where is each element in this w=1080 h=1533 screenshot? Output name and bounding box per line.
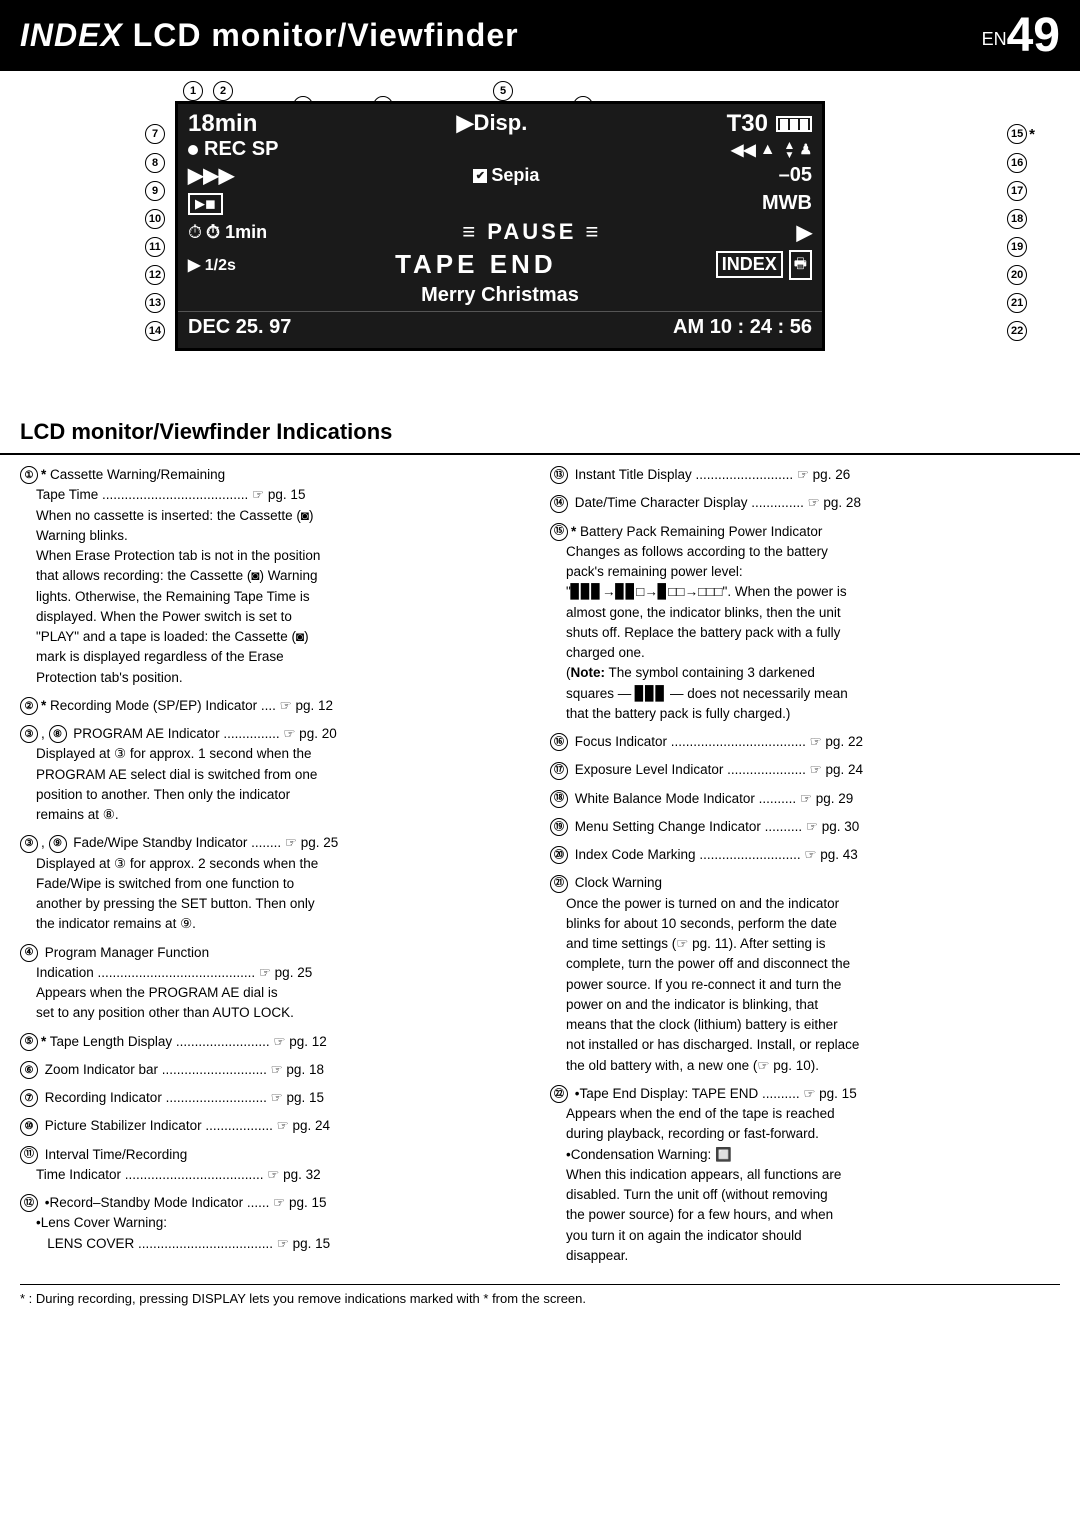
callout-5: 5 [493, 81, 513, 101]
item-7: ⑦ Recording Indicator ..................… [20, 1088, 530, 1108]
item-3-9: ③, ⑨ Fade/Wipe Standby Indicator .......… [20, 833, 530, 934]
page-number: 49 [1007, 9, 1060, 62]
callout-9: 9 [145, 181, 165, 201]
item-13: ⑬ Instant Title Display ................… [550, 465, 1060, 485]
callout-21: 21 [1007, 293, 1027, 313]
callout-17: 17 [1007, 181, 1027, 201]
lcd-diagram: 1 * 2 * 3 4 5 * 6 7 8 9 10 11 12 13 14 1… [15, 81, 1065, 401]
callout-7: 7 [145, 124, 165, 144]
callout-10: 10 [145, 209, 165, 229]
item-2: ②* Recording Mode (SP/EP) Indicator ....… [20, 696, 530, 716]
item-4: ④ Program Manager Function Indication ..… [20, 943, 530, 1024]
item-10: ⑩ Picture Stabilizer Indicator .........… [20, 1116, 530, 1136]
lcd-arrows-right: ◀◀▲ ▲ ▼ ♟ [731, 139, 812, 161]
item-12: ⑫ •Record–Standby Mode Indicator ...... … [20, 1193, 530, 1254]
right-column: ⑬ Instant Title Display ................… [550, 465, 1060, 1274]
left-callouts: 7 8 9 10 11 12 13 14 [145, 119, 165, 345]
item-21: ㉑ Clock Warning Once the power is turned… [550, 873, 1060, 1076]
footer-note: * : During recording, pressing DISPLAY l… [20, 1284, 1060, 1306]
item-3-8: ③, ⑧ PROGRAM AE Indicator ..............… [20, 724, 530, 825]
callout-18: 18 [1007, 209, 1027, 229]
callout-16: 16 [1007, 153, 1027, 173]
item-19: ⑲ Menu Setting Change Indicator ........… [550, 817, 1060, 837]
lcd-row6: ▶ 1/2s TAPE END INDEX 🖶 [178, 247, 822, 282]
en-label: EN [982, 29, 1007, 49]
lcd-row3: ▶▶▶ ✔ Sepia –05 [178, 161, 822, 190]
lcd-screen: 18min ▶Disp. T30 REC SP ◀◀▲ ▲ [175, 101, 825, 351]
indications-title: LCD monitor/Viewfinder Indications [0, 411, 1080, 455]
item-17: ⑰ Exposure Level Indicator .............… [550, 760, 1060, 780]
lcd-disp: ▶Disp. [457, 110, 528, 136]
item-20: ⑳ Index Code Marking ...................… [550, 845, 1060, 865]
lcd-merry: Merry Christmas [178, 282, 822, 309]
item-11: ⑪ Interval Time/Recording Time Indicator… [20, 1145, 530, 1186]
item-16: ⑯ Focus Indicator ......................… [550, 732, 1060, 752]
callout-12: 12 [145, 265, 165, 285]
callout-22: 22 [1007, 321, 1027, 341]
item-5: ⑤* Tape Length Display .................… [20, 1032, 530, 1052]
item-1: ①* Cassette Warning/Remaining Tape Time … [20, 465, 530, 688]
right-callouts: 15* 16 17 18 19 20 21 22 [1007, 119, 1035, 345]
item-22: ㉒ •Tape End Display: TAPE END ..........… [550, 1084, 1060, 1266]
lcd-row5: ⏱ ⏱ 1min ≡ PAUSE ≡ ▶ [178, 217, 822, 247]
callout-1: 1 [183, 81, 203, 101]
callout-15: 15 [1007, 124, 1027, 144]
tape-end-text: TAPE END [395, 249, 557, 280]
page-header: INDEX LCD monitor/Viewfinder EN49 [0, 0, 1080, 71]
item-15: ⑮* Battery Pack Remaining Power Indicato… [550, 522, 1060, 725]
item-6: ⑥ Zoom Indicator bar ...................… [20, 1060, 530, 1080]
callout-8: 8 [145, 153, 165, 173]
left-column: ①* Cassette Warning/Remaining Tape Time … [20, 465, 530, 1274]
callout-11: 11 [145, 237, 165, 257]
header-title: INDEX LCD monitor/Viewfinder [20, 17, 519, 54]
callout-20: 20 [1007, 265, 1027, 285]
callout-2: 2 [213, 81, 233, 101]
lcd-datetime: DEC 25. 97 AM 10 : 24 : 56 [178, 311, 822, 343]
callout-13: 13 [145, 293, 165, 313]
lcd-row4: ▶◼ MWB [178, 190, 822, 217]
page-number-area: EN49 [982, 8, 1060, 63]
callout-19: 19 [1007, 237, 1027, 257]
lcd-time18: 18min [188, 110, 257, 138]
lcd-t30: T30 [727, 110, 812, 138]
callout-14: 14 [145, 321, 165, 341]
index-italic: INDEX [20, 17, 123, 53]
lcd-rec-sp: REC SP [188, 138, 278, 161]
indications-content: ①* Cassette Warning/Remaining Tape Time … [0, 465, 1080, 1274]
item-18: ⑱ White Balance Mode Indicator .........… [550, 789, 1060, 809]
item-14: ⑭ Date/Time Character Display ..........… [550, 493, 1060, 513]
